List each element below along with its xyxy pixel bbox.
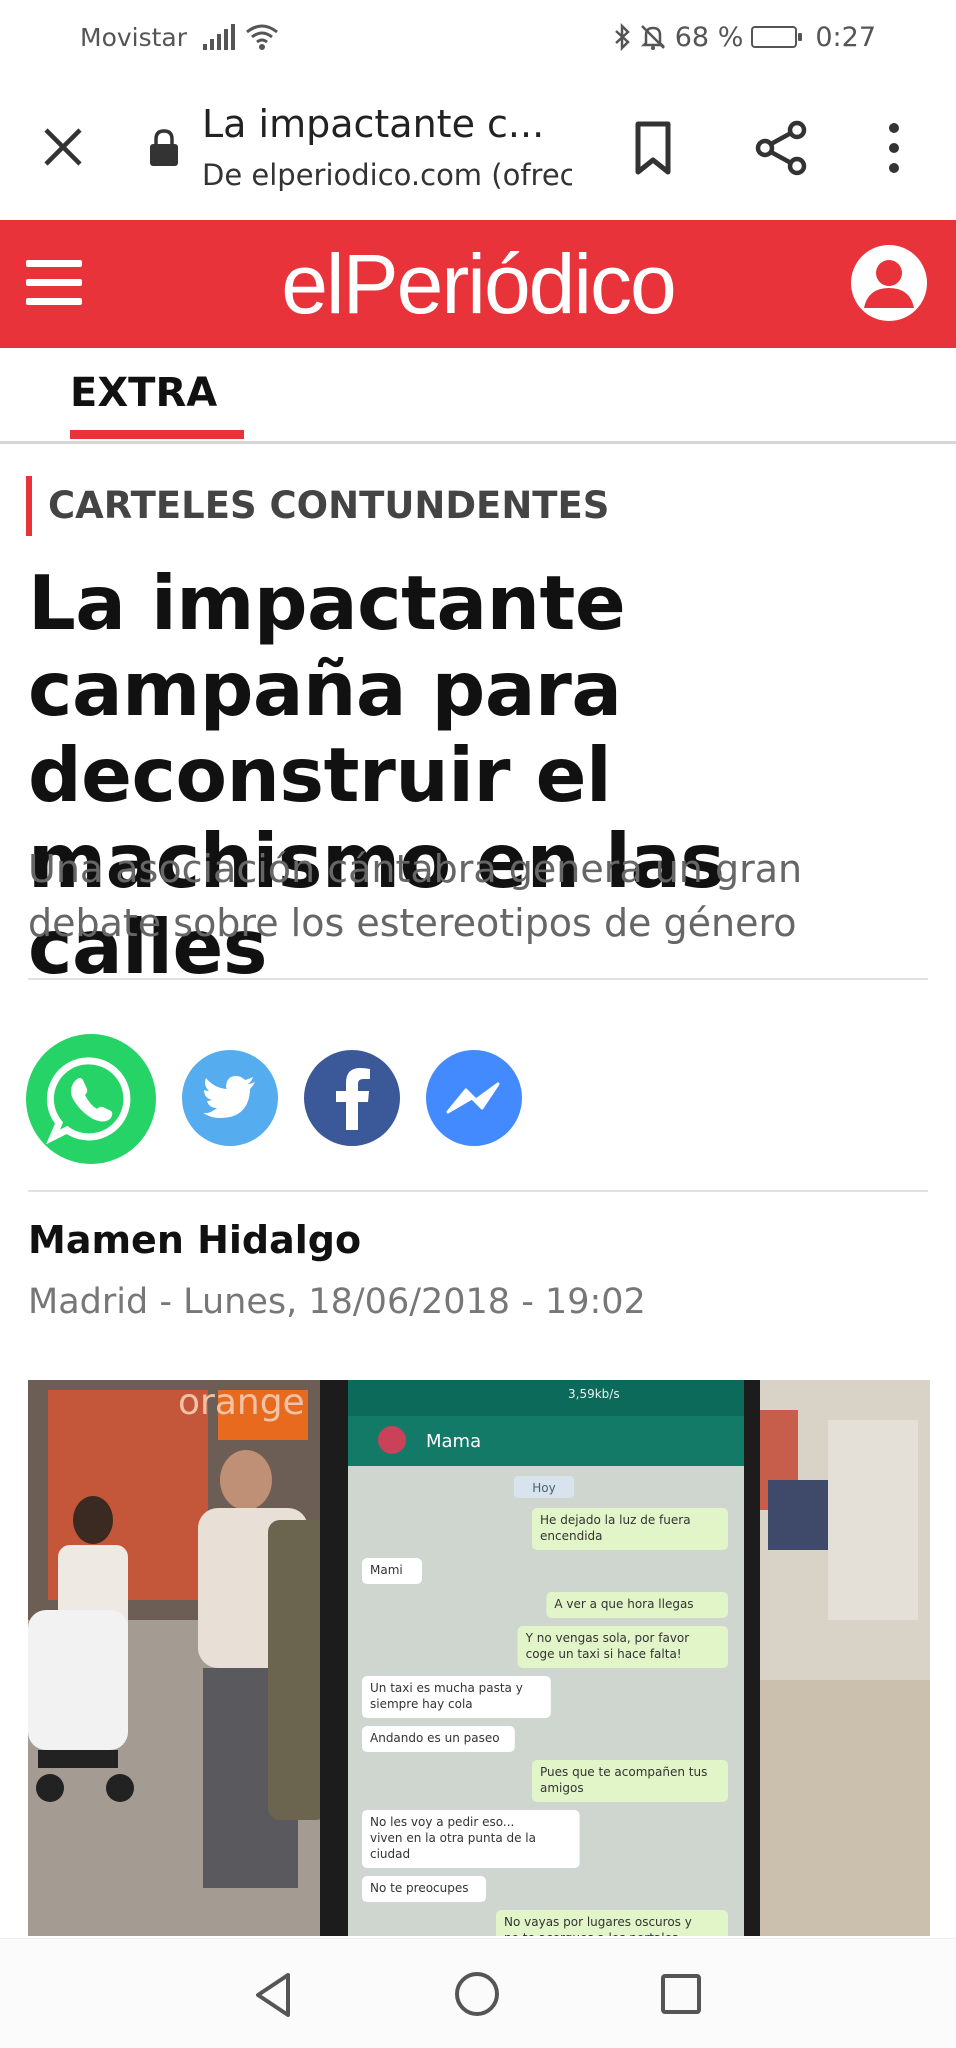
tab-extra[interactable]: EXTRA: [70, 370, 217, 416]
bookmark-icon[interactable]: [628, 118, 678, 178]
nav-recents-icon[interactable]: [658, 1971, 704, 2017]
clock: 0:27: [815, 21, 876, 53]
wifi-icon: [246, 24, 278, 50]
chat-contact-name: Mama: [426, 1431, 481, 1452]
messenger-share-button[interactable]: [426, 1050, 522, 1146]
browser-toolbar: La impactante c... De elperiodico.com (o…: [0, 74, 956, 220]
facebook-share-button[interactable]: [304, 1050, 400, 1146]
article-dateline: Madrid - Lunes, 18/06/2018 - 19:02: [28, 1282, 646, 1322]
divider: [28, 1190, 928, 1192]
share-icon[interactable]: [752, 118, 810, 178]
notifications-off-icon: [640, 25, 665, 50]
nav-home-icon[interactable]: [452, 1969, 502, 2019]
article-photo[interactable]: orange 3,59kb/s Mama Hoy He dejado la lu…: [28, 1380, 930, 1936]
active-tab-indicator: [70, 430, 244, 439]
chat-message-text: No te preocupes: [370, 1881, 469, 1895]
section-nav: EXTRA: [0, 348, 956, 444]
status-bar: Movistar 68 % 0:27: [0, 0, 956, 74]
lock-icon: [150, 129, 178, 166]
battery-percent: 68 %: [674, 21, 744, 53]
chat-message-text: No vayas por lugares oscuros yno te acer…: [504, 1915, 692, 1936]
more-vert-icon[interactable]: [876, 118, 912, 178]
signal-icon: [203, 24, 236, 50]
twitter-icon: [203, 1076, 255, 1118]
photo-scene: orange 3,59kb/s Mama Hoy He dejado la lu…: [28, 1380, 930, 1936]
article-kicker: CARTELES CONTUNDENTES: [26, 476, 609, 536]
carrier-label: Movistar: [80, 22, 188, 52]
page-origin[interactable]: De elperiodico.com (ofrec: [202, 158, 572, 192]
whatsapp-share-button[interactable]: [26, 1034, 156, 1164]
store-sign: orange: [178, 1382, 305, 1423]
facebook-icon: [336, 1068, 370, 1130]
chat-message-text: Mami: [370, 1563, 403, 1577]
page-title[interactable]: La impactante c...: [202, 102, 562, 146]
article-subheadline: Una asociación cántabra genera un gran d…: [28, 847, 803, 945]
chat-message-text: Andando es un paseo: [370, 1731, 500, 1745]
battery-icon: [751, 26, 803, 48]
chat-day-label: Hoy: [532, 1481, 555, 1495]
user-account-icon[interactable]: [848, 242, 930, 324]
system-nav-bar: [0, 1938, 956, 2048]
nav-back-icon[interactable]: [248, 1969, 298, 2021]
author-name[interactable]: Mamen Hidalgo: [28, 1218, 361, 1262]
twitter-share-button[interactable]: [182, 1050, 278, 1146]
site-header: elPeriódico: [0, 220, 956, 348]
divider: [28, 978, 928, 980]
site-logo[interactable]: elPeriódico: [0, 236, 956, 332]
phone-status-text: 3,59kb/s: [568, 1387, 620, 1401]
messenger-icon: [446, 1082, 500, 1114]
chat-message-text: A ver a que hora llegas: [554, 1597, 693, 1611]
bluetooth-icon: [614, 23, 630, 51]
close-icon[interactable]: [38, 122, 88, 172]
whatsapp-icon: [46, 1057, 131, 1145]
